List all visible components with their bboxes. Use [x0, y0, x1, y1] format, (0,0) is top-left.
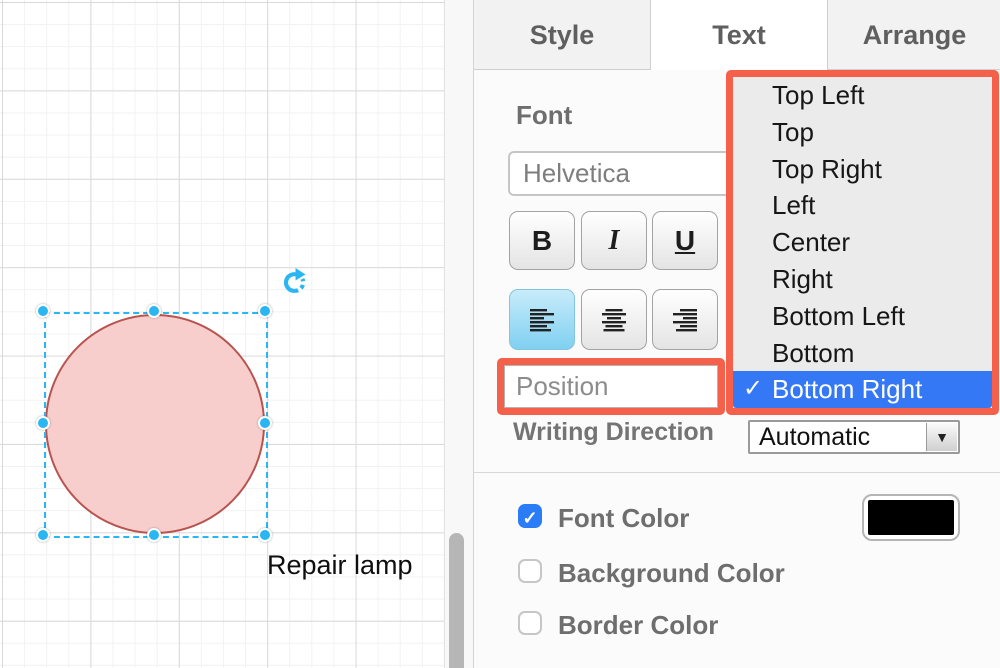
resize-handle-top[interactable]: [147, 304, 161, 318]
checkmark-icon: ✓: [743, 371, 763, 408]
menu-item-bottom-right[interactable]: ✓ Bottom Right: [733, 371, 992, 408]
bold-button[interactable]: B: [509, 211, 575, 270]
border-color-label: Border Color: [558, 610, 718, 641]
writing-direction-label: Writing Direction: [513, 418, 714, 447]
menu-item-top-left[interactable]: Top Left: [733, 77, 992, 114]
position-menu-annotation-box: Top Left Top Top Right Left Center Right…: [726, 70, 999, 415]
underline-button[interactable]: U: [652, 211, 718, 270]
align-left-button[interactable]: [509, 289, 575, 350]
align-right-icon: [670, 308, 700, 332]
writing-direction-value: Automatic: [759, 423, 870, 451]
rotate-handle-icon[interactable]: [281, 268, 308, 295]
resize-handle-left[interactable]: [36, 416, 50, 430]
menu-item-right[interactable]: Right: [733, 261, 992, 298]
position-dropdown-menu: Top Left Top Top Right Left Center Right…: [733, 77, 992, 408]
drawing-canvas[interactable]: Repair lamp: [0, 0, 473, 668]
border-color-checkbox[interactable]: [518, 611, 542, 635]
align-right-button[interactable]: [652, 289, 718, 350]
section-divider: [474, 472, 1000, 473]
align-center-button[interactable]: [581, 289, 647, 350]
tab-text[interactable]: Text: [651, 0, 827, 70]
resize-handle-bottom-left[interactable]: [36, 528, 50, 542]
menu-item-top-right[interactable]: Top Right: [733, 151, 992, 188]
font-section-heading: Font: [516, 100, 572, 131]
writing-direction-select[interactable]: Automatic ▼: [748, 420, 960, 454]
menu-item-left[interactable]: Left: [733, 187, 992, 224]
resize-handle-top-left[interactable]: [36, 304, 50, 318]
resize-handle-bottom[interactable]: [147, 528, 161, 542]
menu-item-center[interactable]: Center: [733, 224, 992, 261]
align-center-icon: [599, 308, 629, 332]
position-select[interactable]: Position: [504, 365, 718, 408]
shape-text-label[interactable]: Repair lamp: [267, 550, 413, 581]
font-color-checkbox[interactable]: ✓: [518, 504, 542, 528]
font-color-label: Font Color: [558, 503, 689, 534]
menu-item-top[interactable]: Top: [733, 114, 992, 151]
resize-handle-right[interactable]: [258, 416, 272, 430]
resize-handle-bottom-right[interactable]: [258, 528, 272, 542]
tab-style[interactable]: Style: [474, 0, 651, 70]
tab-arrange[interactable]: Arrange: [827, 0, 1000, 70]
background-color-label: Background Color: [558, 558, 785, 589]
dropdown-arrow-icon[interactable]: ▼: [926, 423, 957, 451]
position-annotation-box: Position: [497, 358, 725, 415]
menu-item-bottom-left[interactable]: Bottom Left: [733, 298, 992, 335]
font-color-swatch-button[interactable]: [862, 494, 960, 541]
format-panel: Style Text Arrange Font B I U: [473, 0, 1000, 668]
background-color-checkbox[interactable]: [518, 559, 542, 583]
align-left-icon: [527, 308, 557, 332]
resize-handle-top-right[interactable]: [258, 304, 272, 318]
selection-bounding-box: [44, 312, 268, 538]
canvas-vertical-scrollbar-thumb[interactable]: [449, 533, 464, 668]
italic-button[interactable]: I: [581, 211, 647, 270]
menu-item-bottom-right-label: Bottom Right: [772, 374, 922, 404]
font-color-swatch: [868, 500, 954, 535]
menu-item-bottom[interactable]: Bottom: [733, 335, 992, 372]
